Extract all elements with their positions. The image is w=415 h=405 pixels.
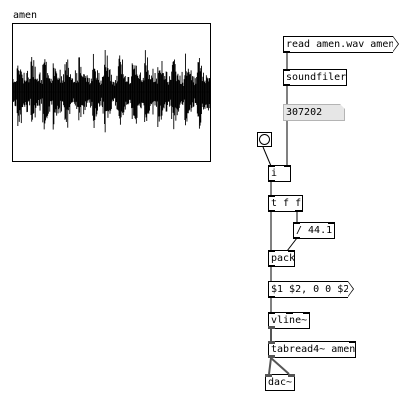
trigger-text: t f f [271, 198, 302, 209]
outlet[interactable] [295, 210, 302, 212]
inlet[interactable] [268, 195, 275, 197]
inlet[interactable] [283, 69, 290, 71]
bang-circle-icon [259, 134, 270, 145]
inlet[interactable] [293, 222, 300, 224]
inlet[interactable] [268, 165, 275, 167]
dac-text: dac~ [268, 377, 293, 388]
sample-count-number-box[interactable]: 307202 [283, 104, 345, 121]
signal-outlet[interactable] [268, 355, 275, 358]
waveform-plot [13, 50, 210, 133]
cord-bang-to-i [262, 146, 272, 167]
inlet[interactable] [268, 312, 275, 314]
cord-tabread-to-dac-left [268, 357, 272, 375]
tabread4-object[interactable]: tabread4~ amen [268, 341, 356, 358]
line-segment-message[interactable]: $1 $2, 0 0 $2 [268, 281, 354, 298]
inlet[interactable] [288, 250, 295, 252]
inlet[interactable] [286, 312, 293, 314]
outlet[interactable] [268, 265, 275, 267]
read-file-message-text: read amen.wav amen [286, 39, 395, 50]
inlet[interactable] [349, 341, 356, 343]
read-file-message[interactable]: read amen.wav amen [283, 36, 399, 53]
tabread4-text: tabread4~ amen [271, 344, 356, 355]
line-segment-message-text: $1 $2, 0 0 $2 [271, 284, 350, 295]
signal-inlet-right[interactable] [288, 374, 295, 377]
cord-tabread-to-dac-right [270, 357, 290, 375]
bang-button[interactable] [257, 132, 272, 147]
vline-text: vline~ [271, 315, 308, 326]
divide-text: / 44.1 [296, 225, 333, 236]
array-name-label: amen [13, 10, 38, 21]
signal-outlet[interactable] [268, 326, 275, 329]
amen-array-graph[interactable] [12, 23, 211, 162]
pack-text: pack [271, 253, 296, 264]
signal-inlet-left[interactable] [265, 374, 272, 377]
outlet[interactable] [268, 180, 275, 182]
soundfiler-text: soundfiler [286, 72, 347, 83]
signal-inlet[interactable] [268, 341, 275, 344]
soundfiler-object[interactable]: soundfiler [283, 69, 347, 86]
inlet[interactable] [328, 222, 335, 224]
outlet[interactable] [283, 84, 290, 86]
inlet[interactable] [303, 312, 310, 314]
inlet[interactable] [268, 250, 275, 252]
outlet[interactable] [268, 296, 275, 298]
outlet[interactable] [268, 210, 275, 212]
outlet[interactable] [283, 51, 290, 53]
sample-count-value: 307202 [286, 107, 323, 118]
inlet[interactable] [284, 165, 291, 167]
int-object-text: i [271, 168, 278, 179]
outlet[interactable] [293, 237, 300, 239]
